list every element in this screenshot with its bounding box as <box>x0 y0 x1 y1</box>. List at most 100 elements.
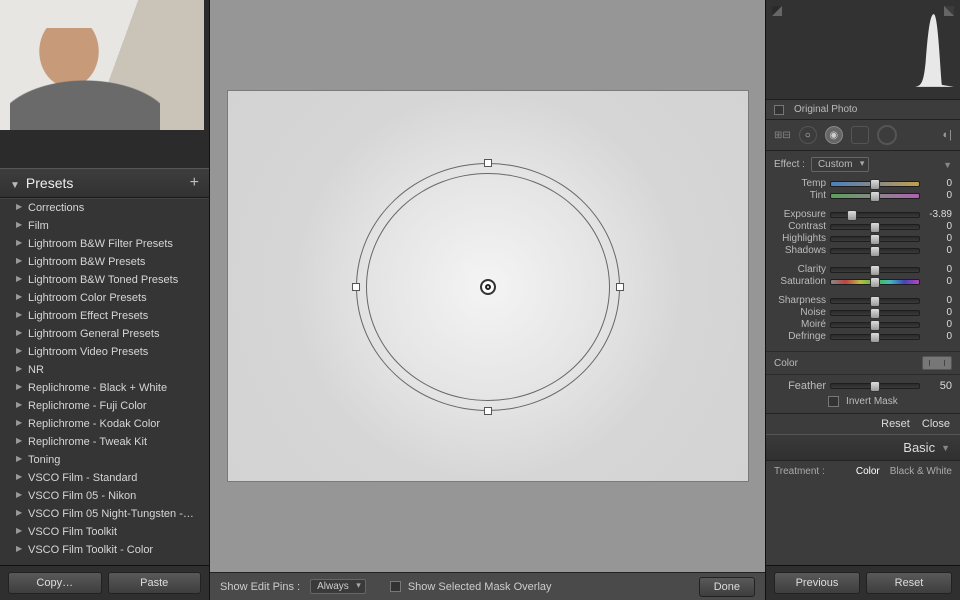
slider-exposure[interactable]: Exposure -3.89 <box>774 209 952 220</box>
histogram[interactable] <box>766 0 960 100</box>
radial-handle-bottom[interactable] <box>484 407 492 415</box>
treatment-bw[interactable]: Black & White <box>890 466 952 477</box>
preset-folder[interactable]: Corrections <box>0 199 209 217</box>
invert-mask-checkbox[interactable] <box>828 396 839 407</box>
slider-knob[interactable] <box>870 296 880 307</box>
left-panel: ▼Presets + Corrections Film Lightroom B&… <box>0 0 210 600</box>
slider-highlights[interactable]: Highlights 0 <box>774 233 952 244</box>
slider-value[interactable]: 0 <box>924 233 952 244</box>
slider-knob[interactable] <box>870 320 880 331</box>
slider-knob[interactable] <box>870 222 880 233</box>
mask-new-icon[interactable]: ⊞⊟ <box>774 130 791 141</box>
paste-button[interactable]: Paste <box>108 572 202 594</box>
adjustment-sliders: Effect : Custom ▼ Temp 0 Tint 0 Exposure… <box>766 151 960 351</box>
slider-knob[interactable] <box>870 332 880 343</box>
radial-handle-left[interactable] <box>352 283 360 291</box>
slider-value[interactable]: 0 <box>924 245 952 256</box>
slider-knob[interactable] <box>870 179 880 190</box>
image-canvas[interactable] <box>210 0 765 572</box>
preset-folder[interactable]: Replichrome - Tweak Kit <box>0 433 209 451</box>
preset-folder[interactable]: Lightroom Video Presets <box>0 343 209 361</box>
slider-tint[interactable]: Tint 0 <box>774 190 952 201</box>
presets-header[interactable]: ▼Presets + <box>0 168 209 198</box>
add-preset-icon[interactable]: + <box>190 178 199 188</box>
slider-knob[interactable] <box>870 191 880 202</box>
slider-value[interactable]: -3.89 <box>924 209 952 220</box>
slider-value[interactable]: 50 <box>924 380 952 392</box>
treatment-color[interactable]: Color <box>856 466 880 477</box>
preset-folder[interactable]: Lightroom B&W Toned Presets <box>0 271 209 289</box>
copy-button[interactable]: Copy… <box>8 572 102 594</box>
slider-clarity[interactable]: Clarity 0 <box>774 264 952 275</box>
preset-folder[interactable]: VSCO Film Toolkit <box>0 523 209 541</box>
image-frame[interactable] <box>228 91 748 481</box>
preset-folder[interactable]: VSCO Film - Standard <box>0 469 209 487</box>
slider-value[interactable]: 0 <box>924 307 952 318</box>
slider-value[interactable]: 0 <box>924 264 952 275</box>
preset-folder[interactable]: Replichrome - Fuji Color <box>0 397 209 415</box>
slider-shadows[interactable]: Shadows 0 <box>774 245 952 256</box>
preset-folder[interactable]: Lightroom General Presets <box>0 325 209 343</box>
slider-knob[interactable] <box>870 381 880 392</box>
show-mask-checkbox[interactable] <box>390 581 401 592</box>
effect-select[interactable]: Custom <box>811 157 869 172</box>
done-button[interactable]: Done <box>699 577 755 597</box>
color-label: Color <box>774 358 798 369</box>
radial-handle-right[interactable] <box>616 283 624 291</box>
basic-collapse-icon[interactable]: ▼ <box>941 443 950 453</box>
slider-knob[interactable] <box>870 246 880 257</box>
basic-header[interactable]: Basic ▼ <box>766 434 960 460</box>
slider-value[interactable]: 0 <box>924 178 952 189</box>
slider-knob[interactable] <box>870 308 880 319</box>
slider-defringe[interactable]: Defringe 0 <box>774 331 952 342</box>
mask-toggle-icon[interactable]: ◐| <box>942 129 952 141</box>
color-swatch[interactable] <box>922 356 952 370</box>
slider-sharpness[interactable]: Sharpness 0 <box>774 295 952 306</box>
mask-tool-brush[interactable] <box>851 126 869 144</box>
previous-button[interactable]: Previous <box>774 572 860 594</box>
preset-folder[interactable]: Toning <box>0 451 209 469</box>
mask-close-button[interactable]: Close <box>922 418 950 430</box>
slider-temp[interactable]: Temp 0 <box>774 178 952 189</box>
preset-folder[interactable]: Lightroom Color Presets <box>0 289 209 307</box>
slider-value[interactable]: 0 <box>924 319 952 330</box>
slider-knob[interactable] <box>870 277 880 288</box>
slider-value[interactable]: 0 <box>924 221 952 232</box>
preset-folder[interactable]: Film <box>0 217 209 235</box>
reset-button[interactable]: Reset <box>866 572 952 594</box>
preset-folder[interactable]: Replichrome - Kodak Color <box>0 415 209 433</box>
preset-folder[interactable]: Lightroom B&W Filter Presets <box>0 235 209 253</box>
preset-folder[interactable]: VSCO Film 05 Night-Tungsten -… <box>0 505 209 523</box>
slider-contrast[interactable]: Contrast 0 <box>774 221 952 232</box>
show-edit-pins-select[interactable]: Always <box>310 579 366 594</box>
slider-value[interactable]: 0 <box>924 295 952 306</box>
slider-knob[interactable] <box>870 234 880 245</box>
preset-folder[interactable]: Lightroom B&W Presets <box>0 253 209 271</box>
slider-saturation[interactable]: Saturation 0 <box>774 276 952 287</box>
slider-knob[interactable] <box>870 265 880 276</box>
radial-filter-pin[interactable] <box>480 279 496 295</box>
panel-collapse-icon[interactable]: ▼ <box>943 160 952 170</box>
preset-list[interactable]: Corrections Film Lightroom B&W Filter Pr… <box>0 198 209 565</box>
preset-folder[interactable]: VSCO Film 05 - Nikon <box>0 487 209 505</box>
mask-tool-radial[interactable] <box>877 125 897 145</box>
slider-feather[interactable]: Feather 50 <box>774 380 952 392</box>
preset-folder[interactable]: Lightroom Effect Presets <box>0 307 209 325</box>
mask-tool-row: ⊞⊟ ○ ◉ ◐| <box>766 120 960 151</box>
slider-moire[interactable]: Moiré 0 <box>774 319 952 330</box>
preset-folder[interactable]: Replichrome - Black + White <box>0 379 209 397</box>
slider-noise[interactable]: Noise 0 <box>774 307 952 318</box>
slider-value[interactable]: 0 <box>924 276 952 287</box>
original-photo-checkbox[interactable] <box>774 105 784 115</box>
mask-reset-button[interactable]: Reset <box>881 418 910 430</box>
preset-folder[interactable]: NR <box>0 361 209 379</box>
preset-folder[interactable]: VSCO Film Toolkit - Color <box>0 541 209 559</box>
slider-knob[interactable] <box>847 210 857 221</box>
radial-handle-top[interactable] <box>484 159 492 167</box>
webcam-body <box>10 80 160 130</box>
original-photo-row: Original Photo <box>766 100 960 120</box>
slider-value[interactable]: 0 <box>924 331 952 342</box>
mask-tool-new[interactable]: ○ <box>799 126 817 144</box>
mask-tool-edit[interactable]: ◉ <box>825 126 843 144</box>
slider-value[interactable]: 0 <box>924 190 952 201</box>
